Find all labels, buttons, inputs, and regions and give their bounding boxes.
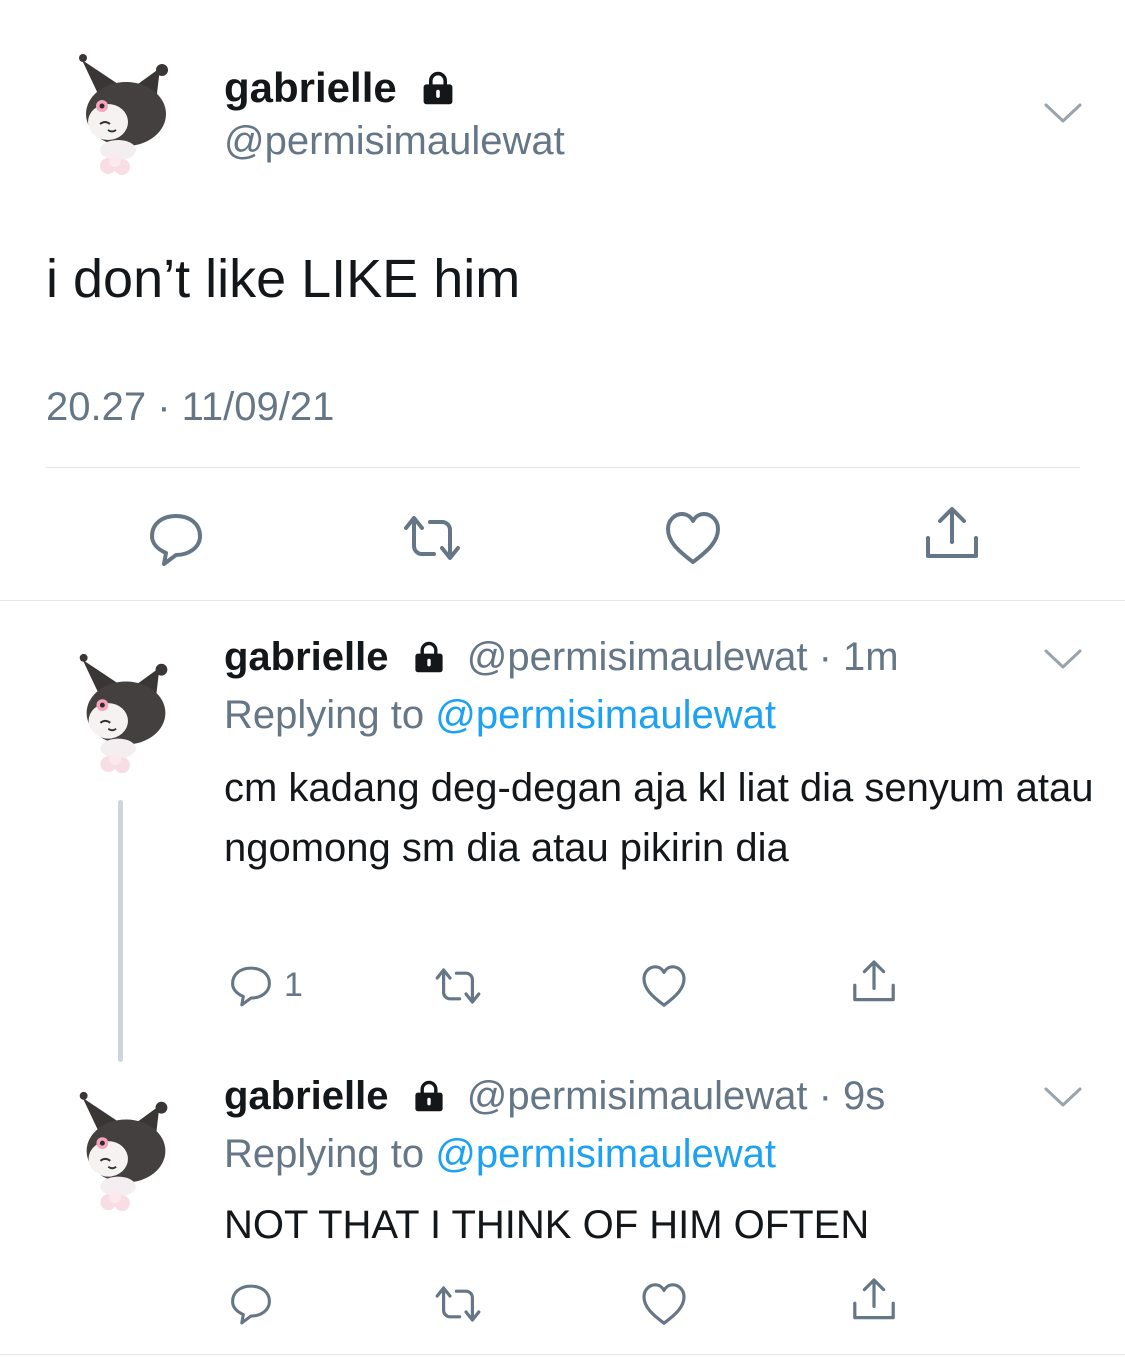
chevron-down-icon xyxy=(1044,648,1082,670)
reply-count: 1 xyxy=(284,966,303,1004)
display-name-text: gabrielle xyxy=(224,64,397,111)
retweet-icon xyxy=(432,1280,484,1328)
lock-icon xyxy=(420,70,456,106)
retweet-button[interactable] xyxy=(400,508,464,568)
share-icon xyxy=(850,1276,898,1324)
avatar[interactable] xyxy=(78,1086,174,1214)
avatar[interactable] xyxy=(78,648,174,776)
tweet-menu-button[interactable] xyxy=(1044,102,1082,124)
reply-icon xyxy=(228,1280,274,1326)
tweet-timestamp[interactable]: 20.27 · 11/09/21 xyxy=(46,382,334,432)
tweet-menu-button[interactable] xyxy=(1044,1086,1082,1108)
replying-to-label: Replying to xyxy=(224,693,425,737)
tweet-text: cm kadang deg-degan aja kl liat dia seny… xyxy=(224,766,1094,870)
user-handle[interactable]: @permisimaulewat xyxy=(224,115,565,167)
like-button[interactable] xyxy=(663,508,723,568)
display-name[interactable]: gabrielle xyxy=(224,1074,389,1118)
share-button[interactable] xyxy=(850,1276,898,1324)
divider xyxy=(0,600,1125,601)
retweet-icon xyxy=(432,962,484,1010)
retweet-button[interactable] xyxy=(432,1280,484,1328)
chevron-down-icon xyxy=(1044,102,1082,124)
replying-to-link[interactable]: @permisimaulewat xyxy=(435,1132,776,1176)
like-button[interactable] xyxy=(640,962,688,1010)
avatar-kuromi-icon xyxy=(78,648,174,776)
reply-icon xyxy=(146,508,206,568)
display-name[interactable]: gabrielle xyxy=(224,60,456,116)
reply-button[interactable]: 1 xyxy=(228,962,303,1008)
lock-icon xyxy=(412,640,446,674)
reply-button[interactable] xyxy=(228,1280,274,1326)
avatar-kuromi-icon xyxy=(78,1086,174,1214)
like-button[interactable] xyxy=(640,1280,688,1328)
reply-button[interactable] xyxy=(146,508,206,568)
lock-icon xyxy=(412,1079,446,1113)
tweet-text: NOT THAT I THINK OF HIM OFTEN xyxy=(224,1203,870,1247)
like-icon xyxy=(663,508,723,568)
display-name[interactable]: gabrielle xyxy=(224,635,389,679)
replying-to-link[interactable]: @permisimaulewat xyxy=(435,693,776,737)
replying-to-line: Replying to @permisimaulewat xyxy=(224,690,776,740)
share-button[interactable] xyxy=(922,504,982,564)
reply-header: gabrielle @permisimaulewat · 9s xyxy=(224,1071,885,1121)
chevron-down-icon xyxy=(1044,1086,1082,1108)
retweet-icon xyxy=(400,508,464,568)
tweet-age[interactable]: · 9s xyxy=(819,1074,886,1118)
thread-line xyxy=(118,800,123,1062)
divider xyxy=(0,1354,1125,1355)
user-handle[interactable]: @permisimaulewat xyxy=(467,635,808,679)
reply-header: gabrielle @permisimaulewat · 1m xyxy=(224,632,899,682)
like-icon xyxy=(640,962,688,1010)
user-handle[interactable]: @permisimaulewat xyxy=(467,1074,808,1118)
reply-icon xyxy=(228,962,274,1008)
replying-to-line: Replying to @permisimaulewat xyxy=(224,1129,776,1179)
retweet-button[interactable] xyxy=(432,962,484,1010)
replying-to-label: Replying to xyxy=(224,1132,425,1176)
share-button[interactable] xyxy=(850,958,898,1006)
divider xyxy=(46,467,1080,468)
share-icon xyxy=(850,958,898,1006)
tweet-age[interactable]: · 1m xyxy=(819,635,899,679)
tweet-menu-button[interactable] xyxy=(1044,648,1082,670)
avatar-kuromi-icon xyxy=(78,46,174,180)
avatar[interactable] xyxy=(78,46,174,180)
share-icon xyxy=(922,504,982,564)
like-icon xyxy=(640,1280,688,1328)
tweet-text: i don’t like LIKE him xyxy=(46,249,521,309)
